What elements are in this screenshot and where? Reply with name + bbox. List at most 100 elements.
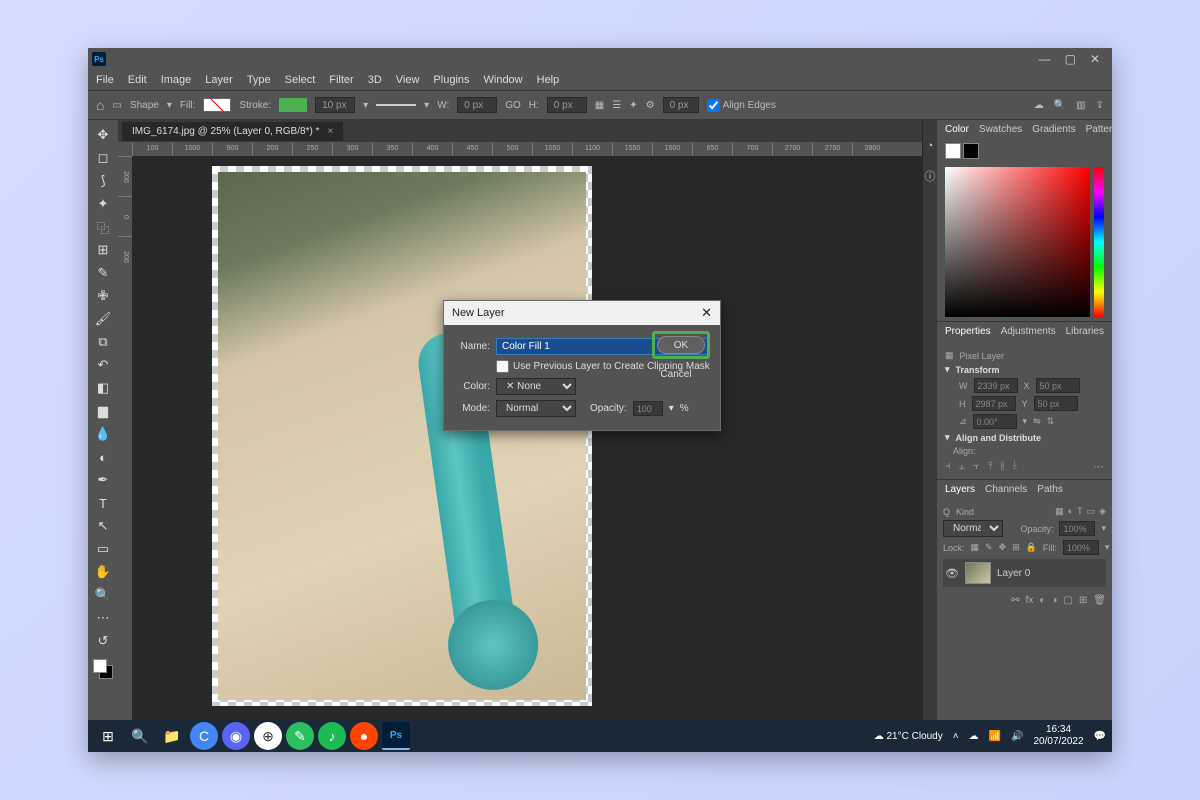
start-button[interactable]: ⊞	[94, 722, 122, 750]
blur-tool[interactable]: 💧	[91, 423, 115, 445]
tab-properties[interactable]: Properties	[945, 326, 991, 337]
align-top-icon[interactable]: ⫯	[988, 460, 993, 473]
filter-type-icon[interactable]: T	[1077, 506, 1083, 517]
dialog-titlebar[interactable]: New Layer ✕	[444, 301, 720, 325]
app-icon-1[interactable]: ⊕	[254, 722, 282, 750]
menu-file[interactable]: File	[96, 74, 114, 86]
weather-widget[interactable]: ☁ 21°C Cloudy	[874, 731, 943, 742]
filter-adj-icon[interactable]: ◐	[1068, 506, 1073, 517]
close-tab-icon[interactable]: ×	[327, 126, 333, 137]
lock-pos-icon[interactable]: ✥	[999, 542, 1007, 553]
trash-icon[interactable]: 🗑	[1093, 595, 1106, 606]
dialog-close-icon[interactable]: ✕	[701, 305, 712, 321]
prop-w-input[interactable]	[974, 378, 1018, 393]
layer-fill-input[interactable]	[1063, 540, 1099, 555]
explorer-icon[interactable]: 📁	[158, 722, 186, 750]
spotify-icon[interactable]: ♪	[318, 722, 346, 750]
group-icon[interactable]: ▢	[1063, 595, 1072, 606]
link-icon[interactable]: ⚯	[1011, 595, 1019, 606]
prop-angle-input[interactable]	[973, 414, 1017, 429]
eyedropper-tool[interactable]: ✎	[91, 262, 115, 284]
lock-nest-icon[interactable]: ⊞	[1012, 542, 1020, 553]
heal-tool[interactable]: ✙	[91, 285, 115, 307]
align-vcenter-icon[interactable]: ⫲	[1001, 460, 1005, 473]
brush-tool[interactable]: 🖌	[91, 308, 115, 330]
share-icon[interactable]: ⇪	[1096, 100, 1104, 111]
prop-y-input[interactable]	[1034, 396, 1078, 411]
visibility-icon[interactable]: 👁	[945, 567, 959, 580]
menu-window[interactable]: Window	[484, 74, 523, 86]
transform-header[interactable]: Transform	[956, 365, 1000, 375]
prop-h-input[interactable]	[972, 396, 1016, 411]
kind-filter[interactable]: Kind	[956, 507, 974, 517]
crop-tool[interactable]: ⿻	[91, 216, 115, 238]
color-swatches[interactable]	[93, 659, 113, 679]
history-brush-tool[interactable]: ↶	[91, 354, 115, 376]
prop-x-input[interactable]	[1036, 378, 1080, 393]
tab-patterns[interactable]: Patterns	[1086, 124, 1112, 135]
more-tools[interactable]: ⋯	[91, 607, 115, 629]
more-align-icon[interactable]: ⋯	[1093, 460, 1104, 473]
wand-tool[interactable]: ✦	[91, 193, 115, 215]
search-taskbar-icon[interactable]: 🔍	[126, 722, 154, 750]
stroke-swatch[interactable]	[279, 98, 307, 112]
path-tool[interactable]: ↖	[91, 515, 115, 537]
adjlayer-icon[interactable]: ◑	[1051, 595, 1057, 606]
bg-color-swatch[interactable]	[963, 143, 979, 159]
align-right-icon[interactable]: ⫟	[973, 460, 980, 473]
layer-item[interactable]: 👁 Layer 0	[943, 559, 1106, 587]
lock-all-icon[interactable]: 🔒	[1026, 542, 1037, 553]
onedrive-icon[interactable]: ☁	[969, 731, 979, 742]
app-icon-2[interactable]: ●	[350, 722, 378, 750]
color-picker[interactable]	[945, 167, 1104, 317]
layer-name[interactable]: Layer 0	[997, 568, 1030, 579]
shape-tool[interactable]: ▭	[91, 538, 115, 560]
volume-icon[interactable]: 🔊	[1011, 731, 1023, 742]
canvas[interactable]	[132, 156, 922, 732]
home-icon[interactable]: ⌂	[96, 97, 104, 113]
menu-edit[interactable]: Edit	[128, 74, 147, 86]
workspace-icon[interactable]: ▥	[1076, 100, 1085, 111]
lock-trans-icon[interactable]: ▦	[971, 542, 980, 553]
evernote-icon[interactable]: ✎	[286, 722, 314, 750]
radius-input[interactable]	[663, 97, 699, 113]
close-button[interactable]: ✕	[1090, 52, 1100, 66]
shape-dropdown[interactable]: Shape	[130, 100, 159, 111]
wifi-icon[interactable]: 📶	[989, 731, 1001, 742]
arrange-icon[interactable]: ☰	[612, 100, 621, 111]
filter-pixel-icon[interactable]: ▦	[1055, 506, 1064, 517]
align-hcenter-icon[interactable]: ⫠	[959, 460, 966, 473]
menu-plugins[interactable]: Plugins	[433, 74, 469, 86]
gear-icon[interactable]: ⚙	[646, 100, 655, 111]
cancel-button[interactable]: Cancel	[652, 365, 700, 383]
opacity-input[interactable]	[633, 401, 663, 416]
stamp-tool[interactable]: ⧉	[91, 331, 115, 353]
align-left-icon[interactable]: ⫞	[945, 460, 951, 473]
clipping-mask-checkbox[interactable]	[496, 360, 509, 373]
frame-tool[interactable]: ⊞	[91, 239, 115, 261]
fg-color-swatch[interactable]	[945, 143, 961, 159]
layer-thumbnail[interactable]	[965, 562, 991, 584]
photoshop-taskbar-icon[interactable]: Ps	[382, 722, 410, 750]
lock-paint-icon[interactable]: ✎	[985, 542, 993, 553]
lasso-tool[interactable]: ⟆	[91, 170, 115, 192]
cloud-icon[interactable]: ☁	[1034, 100, 1044, 111]
eraser-tool[interactable]: ◧	[91, 377, 115, 399]
menu-image[interactable]: Image	[161, 74, 192, 86]
document-tab[interactable]: IMG_6174.jpg @ 25% (Layer 0, RGB/8*) * ×	[122, 122, 343, 141]
menu-view[interactable]: View	[396, 74, 420, 86]
newlayer-icon[interactable]: ⊞	[1079, 595, 1087, 606]
menu-select[interactable]: Select	[285, 74, 316, 86]
stroke-width-input[interactable]	[315, 97, 355, 113]
filter-shape-icon[interactable]: ▭	[1087, 506, 1096, 517]
pathops-icon[interactable]: ✦	[629, 100, 637, 111]
maximize-button[interactable]: ▢	[1065, 52, 1076, 66]
flip-v-icon[interactable]: ⇅	[1047, 416, 1055, 427]
tab-channels[interactable]: Channels	[985, 484, 1027, 495]
menu-layer[interactable]: Layer	[205, 74, 233, 86]
layer-opacity-input[interactable]	[1059, 521, 1095, 536]
zoom-tool[interactable]: 🔍	[91, 584, 115, 606]
tab-color[interactable]: Color	[945, 124, 969, 135]
marquee-tool[interactable]: ◻	[91, 147, 115, 169]
menu-3d[interactable]: 3D	[368, 74, 382, 86]
